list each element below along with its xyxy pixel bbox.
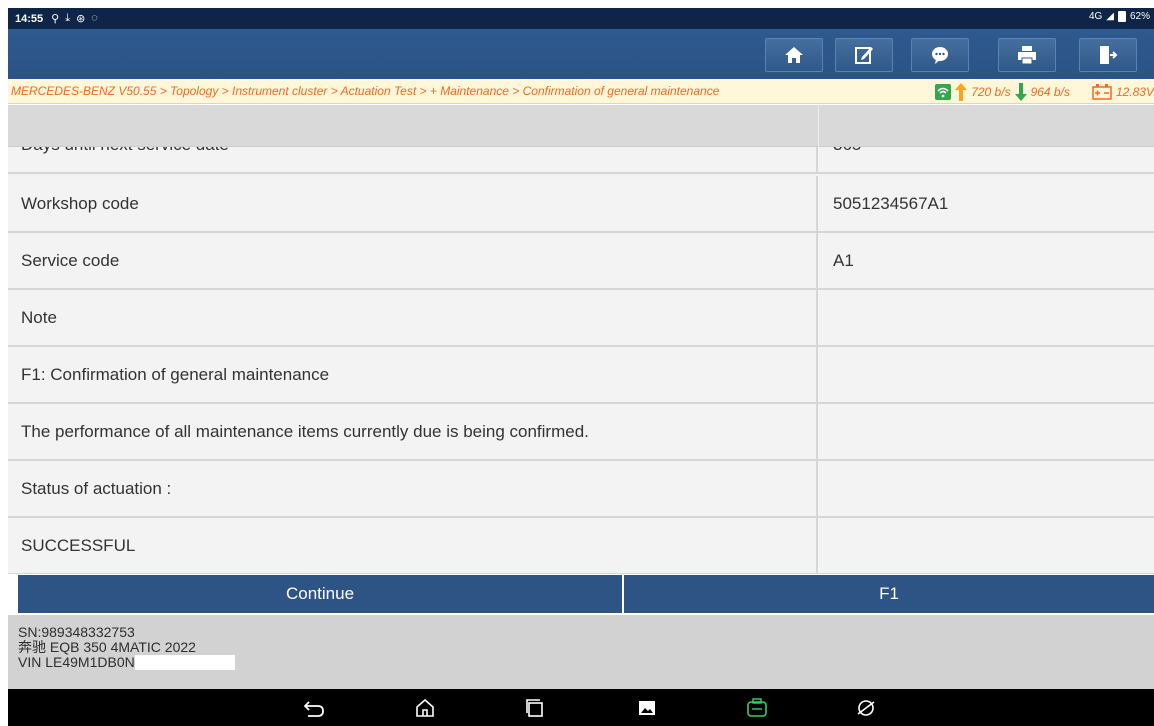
- breadcrumb-path: MERCEDES-BENZ V50.55 > Topology > Instru…: [11, 84, 720, 98]
- chat-icon: [932, 47, 948, 64]
- action-bar: Continue F1: [18, 575, 1154, 613]
- row-label: Days until next service date: [8, 147, 818, 172]
- row-label: Note: [8, 290, 818, 345]
- device-info: SN:989348332753 奔驰 EQB 350 4MATIC 2022 V…: [8, 615, 1154, 689]
- table-row: Note: [8, 290, 1154, 347]
- table-header: [8, 105, 1154, 147]
- message-icon: ◌: [91, 12, 98, 24]
- screenshot-button[interactable]: [635, 696, 659, 720]
- status-time: 14:55: [15, 12, 44, 25]
- table-row: Service code A1: [8, 233, 1154, 290]
- browser-icon: [857, 700, 875, 716]
- signal-icon: ◢: [1106, 11, 1114, 22]
- network-type: 4G: [1088, 11, 1103, 22]
- vin-line: VIN LE49M1DB0N: [18, 655, 1154, 670]
- gallery-icon: [639, 701, 655, 715]
- row-label: Workshop code: [8, 176, 818, 231]
- status-bar: 14:55 ⚲ ⤓ ⊛ ◌ 4G ◢ 62%: [8, 8, 1154, 29]
- upload-arrow-icon: [955, 82, 968, 101]
- edit-report-icon: [855, 47, 873, 64]
- usb-icon: ⚲: [51, 13, 60, 25]
- row-value: [820, 404, 1154, 459]
- print-icon: [1018, 46, 1036, 65]
- vin-number: VIN LE49M1DB0N: [18, 654, 135, 670]
- table-row: Workshop code 5051234567A1: [8, 176, 1154, 233]
- status-right: 4G ◢ 62%: [1089, 11, 1150, 22]
- chat-button[interactable]: [911, 38, 969, 72]
- download-icon: ⤓: [65, 12, 71, 24]
- home-button[interactable]: [765, 38, 823, 72]
- exit-button[interactable]: [1079, 38, 1137, 72]
- row-label: F1: Confirmation of general maintenance: [8, 347, 818, 402]
- f1-button[interactable]: F1: [624, 575, 1154, 613]
- upload-rate: 720 b/s: [971, 84, 1011, 99]
- connection-metrics: 720 b/s 964 b/s 12.83V: [935, 79, 1154, 103]
- download-arrow-icon: [1014, 82, 1027, 101]
- data-table[interactable]: Days until next service date 365 Worksho…: [8, 147, 1154, 574]
- edit-report-button[interactable]: [835, 38, 893, 72]
- recents-button[interactable]: [523, 696, 547, 720]
- table-row: Days until next service date 365: [8, 147, 1154, 174]
- back-icon: [304, 701, 324, 717]
- back-button[interactable]: [302, 696, 326, 720]
- system-nav-bar: [8, 689, 1154, 726]
- table-row: Status of actuation :: [8, 461, 1154, 518]
- browser-button[interactable]: [854, 696, 878, 720]
- voltage: 12.83V: [1115, 84, 1154, 99]
- row-value: 365: [820, 147, 1154, 172]
- row-value: [820, 461, 1154, 516]
- home-nav-button[interactable]: [413, 696, 437, 720]
- row-label: Status of actuation :: [8, 461, 818, 516]
- row-label: Service code: [8, 233, 818, 288]
- recents-icon: [526, 699, 543, 717]
- vci-button[interactable]: [745, 696, 769, 720]
- row-value: [820, 290, 1154, 345]
- table-row: SUCCESSFUL: [8, 518, 1154, 574]
- breadcrumb: MERCEDES-BENZ V50.55 > Topology > Instru…: [8, 79, 1154, 104]
- row-value: [820, 347, 1154, 402]
- exit-icon: [1100, 46, 1118, 64]
- wifi-icon: [935, 83, 952, 100]
- vin-redaction: [134, 655, 235, 670]
- row-label: The performance of all maintenance items…: [8, 404, 818, 459]
- top-toolbar: [8, 29, 1154, 79]
- table-row: The performance of all maintenance items…: [8, 404, 1154, 461]
- home-nav-icon: [416, 698, 434, 717]
- vci-icon: [747, 698, 767, 717]
- row-label: SUCCESSFUL: [8, 518, 818, 573]
- row-value: A1: [833, 250, 854, 270]
- row-value: [820, 518, 1154, 573]
- home-icon: [785, 47, 803, 63]
- continue-button[interactable]: Continue: [18, 575, 624, 613]
- battery-level: 62%: [1129, 11, 1150, 22]
- serial-number: SN:989348332753: [18, 624, 135, 640]
- battery-icon: [1117, 11, 1126, 22]
- status-icons: ⚲ ⤓ ⊛ ◌: [51, 12, 98, 25]
- battery-voltage-icon: [1092, 83, 1112, 100]
- settings-notification-icon: ⊛: [76, 13, 86, 25]
- table-row: F1: Confirmation of general maintenance: [8, 347, 1154, 404]
- download-rate: 964 b/s: [1030, 84, 1070, 99]
- row-value: 5051234567A1: [833, 193, 949, 213]
- print-button[interactable]: [998, 38, 1056, 72]
- vehicle-model: 奔驰 EQB 350 4MATIC 2022: [18, 639, 196, 655]
